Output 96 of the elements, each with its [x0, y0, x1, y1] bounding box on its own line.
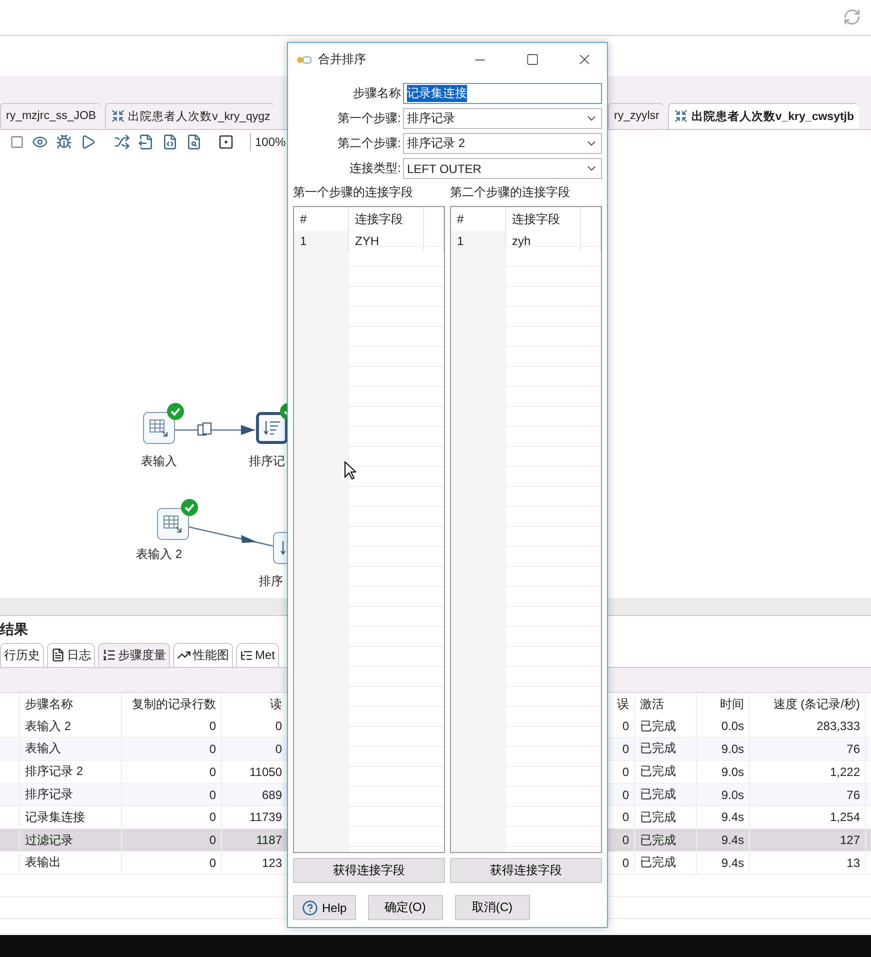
- panel-tab[interactable]: 步骤度量: [98, 642, 170, 667]
- panel-tab[interactable]: 行历史: [0, 642, 44, 667]
- table-cell: 排序记录: [20, 784, 122, 806]
- join-icon: [296, 54, 312, 64]
- field-label: 连接类型:: [348, 160, 401, 177]
- panel-title: 结果: [0, 620, 28, 639]
- shuffle-icon[interactable]: [114, 134, 130, 150]
- step-label: 排序: [259, 572, 283, 590]
- field-label: 第二个步骤:: [336, 135, 401, 152]
- file-code-icon[interactable]: [162, 134, 178, 150]
- file-search-icon[interactable]: [186, 134, 202, 150]
- table-cell: 9.0s: [697, 784, 750, 806]
- get-fields-button[interactable]: 获得连接字段: [450, 858, 602, 883]
- table-cell: 表输入: [20, 738, 122, 760]
- table-cell: 9.4s: [697, 852, 750, 874]
- table-cell: 已完成: [635, 806, 697, 828]
- step-label: 表输入: [141, 452, 177, 470]
- table-cell: 已完成: [635, 852, 697, 874]
- table-cell: 0: [122, 715, 222, 738]
- table-cell: 0: [122, 852, 222, 874]
- table-icon: [163, 514, 183, 534]
- stop-icon[interactable]: [10, 135, 24, 150]
- get-fields-button[interactable]: 获得连接字段: [293, 858, 445, 883]
- mouse-cursor-icon: [344, 461, 356, 480]
- table-cell: 76: [750, 738, 866, 760]
- panel-tab[interactable]: 性能图: [173, 642, 233, 667]
- help-button[interactable]: Help: [293, 895, 356, 920]
- table-cell: 已完成: [635, 784, 697, 806]
- maximize-icon[interactable]: [526, 53, 538, 66]
- sort-icon: [263, 418, 281, 437]
- table-cell: ZYH: [349, 231, 424, 251]
- table-cell: 已完成: [635, 829, 697, 852]
- table-cell: zyh: [506, 231, 581, 251]
- dropdown[interactable]: 排序记录 2: [403, 133, 602, 154]
- table-cell: 已完成: [635, 715, 697, 738]
- editor-tab[interactable]: 出院患者人次数v_kry_qygz: [105, 103, 276, 129]
- bug-icon[interactable]: [56, 134, 72, 150]
- table-cell: 9.0s: [697, 738, 750, 760]
- table-cell: 表输出: [20, 852, 122, 874]
- column-header[interactable]: 连接字段: [506, 207, 581, 231]
- numbered-list-icon: [102, 648, 116, 662]
- input-field[interactable]: 记录集连接: [403, 83, 602, 104]
- dropdown[interactable]: 排序记录: [403, 108, 602, 129]
- table-cell: 1: [451, 231, 506, 251]
- table-cell: 0: [122, 829, 222, 852]
- table-input-node[interactable]: [157, 508, 189, 540]
- column-header[interactable]: 连接字段: [349, 207, 424, 231]
- table-cell: 0: [122, 760, 222, 783]
- field-label: 步骤名称: [352, 85, 401, 102]
- file-output-icon[interactable]: [138, 134, 154, 150]
- dialog-button[interactable]: 取消(C): [454, 895, 530, 920]
- copy-icon: [197, 422, 213, 438]
- sort-step-node[interactable]: [256, 412, 288, 444]
- section-label: 第一个步骤的连接字段: [293, 184, 414, 201]
- dialog-title: 合并排序: [318, 51, 367, 68]
- tree-list-icon: [240, 648, 253, 662]
- table-cell: 9.4s: [697, 829, 750, 852]
- table-cell: 排序记录 2: [20, 760, 122, 783]
- table-cell: 1: [294, 231, 349, 251]
- table-cell: 过滤记录: [20, 829, 122, 852]
- step-label: 排序记: [249, 452, 285, 470]
- dropdown[interactable]: LEFT OUTER: [403, 158, 602, 179]
- table-cell: 1,222: [750, 760, 866, 783]
- table-cell: 13: [750, 852, 866, 874]
- column-header[interactable]: #: [294, 207, 349, 231]
- table-cell: 9.4s: [697, 806, 750, 828]
- table-cell: 0: [122, 784, 222, 806]
- editor-tab[interactable]: 出院患者人次数v_kry_cwsytjb: [668, 103, 860, 129]
- help-icon: [302, 900, 318, 916]
- panel-tab[interactable]: Met: [236, 642, 280, 667]
- table-cell: 已完成: [635, 738, 697, 760]
- table-cell: 9.0s: [697, 760, 750, 783]
- column-header[interactable]: #: [451, 207, 506, 231]
- step-label: 表输入 2: [136, 546, 182, 563]
- table-cell: 127: [750, 829, 866, 852]
- document-icon: [51, 648, 65, 662]
- table-cell: 76: [750, 784, 866, 806]
- transform-icon: [674, 109, 688, 124]
- table-cell: 0.0s: [697, 715, 750, 738]
- editor-tab[interactable]: ry_mzjrc_ss_JOB: [0, 103, 102, 129]
- table-cell: 0: [122, 806, 222, 828]
- table-icon: [149, 418, 169, 438]
- table-input-node[interactable]: [143, 412, 175, 444]
- section-label: 第二个步骤的连接字段: [450, 184, 571, 201]
- dialog-button[interactable]: 确定(O): [368, 895, 443, 920]
- eye-icon[interactable]: [32, 134, 48, 150]
- field-label: 第一个步骤:: [336, 110, 401, 127]
- table-cell: 1,254: [750, 806, 866, 828]
- table-cell: 已完成: [635, 760, 697, 783]
- play-icon[interactable]: [80, 134, 96, 150]
- table-cell: 0: [122, 738, 222, 760]
- table-cell: 283,333: [750, 715, 866, 738]
- panel-tab[interactable]: 日志: [47, 642, 95, 667]
- table-cell: 表输入 2: [20, 715, 122, 738]
- table-cell: 记录集连接: [20, 806, 122, 828]
- transform-icon: [111, 109, 126, 124]
